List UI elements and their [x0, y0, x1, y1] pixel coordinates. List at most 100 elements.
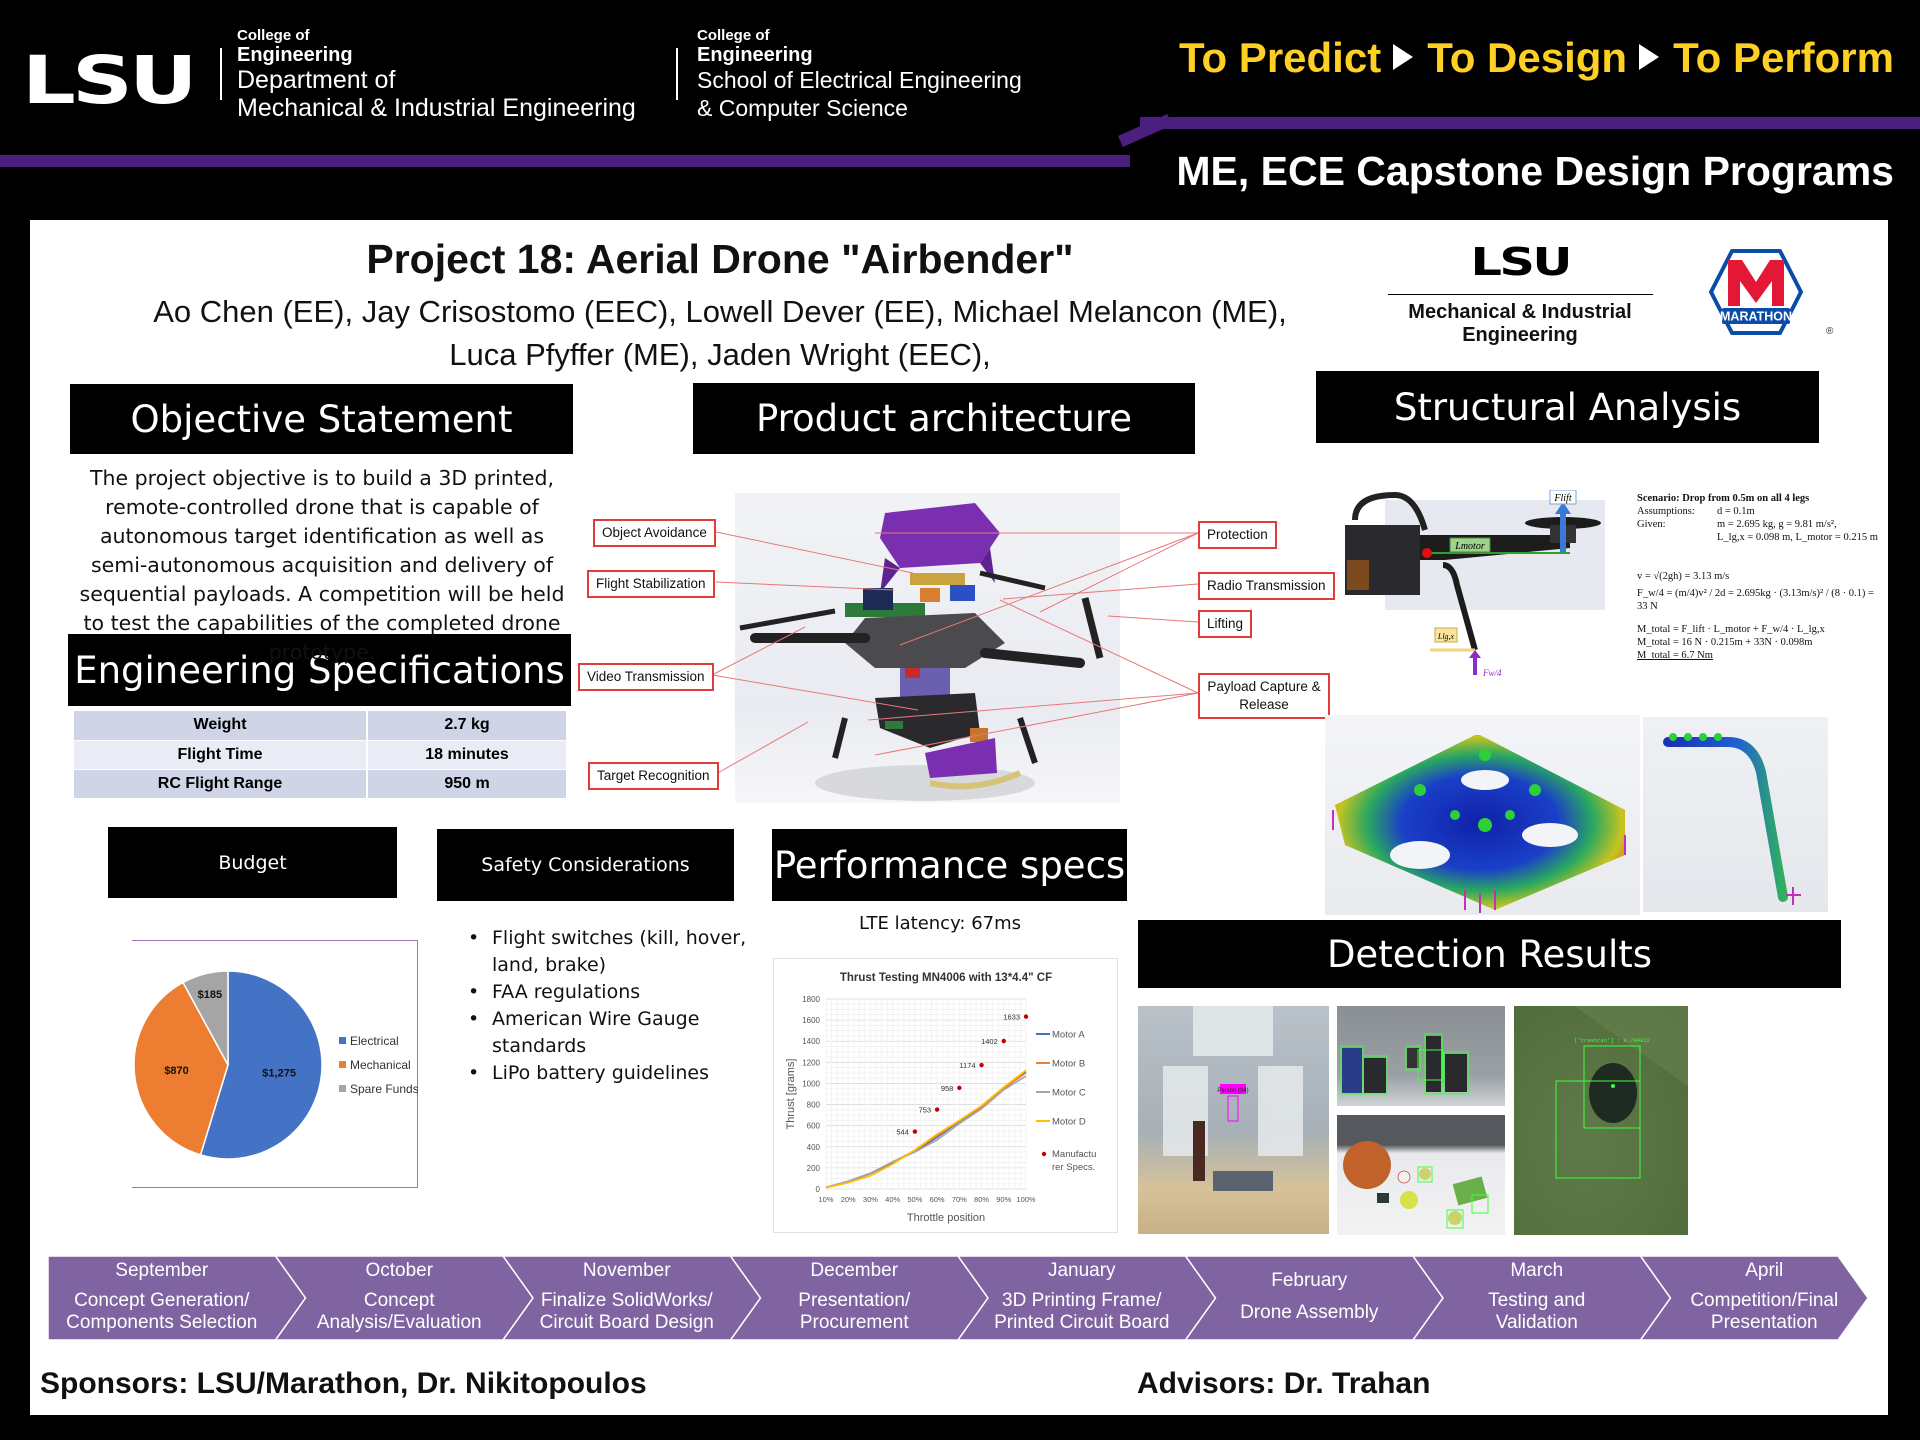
x-tick-label: 50% [907, 1195, 922, 1204]
sensor-bracket [910, 573, 965, 585]
y-tick-label: 200 [807, 1164, 821, 1173]
sponsors: Sponsors: LSU/Marathon, Dr. Nikitopoulos [40, 1367, 647, 1400]
data-label: 1402 [981, 1037, 998, 1046]
data-label: 1633 [1003, 1013, 1020, 1022]
fea-frame-plate [1325, 715, 1640, 915]
box [1452, 1176, 1488, 1206]
timeline-step-april: April Competition/Final Presentation [1661, 1256, 1869, 1340]
objective-text: The project objective is to build a 3D p… [79, 466, 565, 664]
spec-label: RC Flight Range [74, 769, 369, 799]
manufacturer-spec-point [934, 1107, 940, 1112]
l-lgx-label: Llg,x [1437, 632, 1455, 641]
spec-value: 950 m [367, 769, 568, 799]
lsu-mie-logo: LSU Mechanical & Industrial Engineering [1385, 240, 1655, 347]
lsu-wordmark: LSU [1470, 240, 1572, 284]
cutout [1390, 841, 1450, 869]
y-tick-label: 1800 [802, 995, 820, 1004]
center-dot [1611, 1084, 1615, 1088]
list-item: FAA regulations [462, 979, 752, 1006]
manufacturer-spec-point [1001, 1038, 1006, 1044]
podium [1193, 1121, 1205, 1181]
programs-title: ME, ECE Capstone Design Programs [1176, 148, 1894, 194]
drone-illustration [739, 503, 1104, 801]
hallway-illustration: Person (94) [1163, 1006, 1303, 1191]
assumptions-label: Assumptions: [1637, 506, 1695, 517]
detection-image-trashcans [1337, 1006, 1505, 1106]
velocity-equation: v = √(2gh) = 3.13 m/s [1637, 571, 1730, 582]
trashcan-tall [1426, 1036, 1441, 1092]
timeline-step-september: September Concept Generation/Components S… [48, 1256, 276, 1340]
data-label: 753 [919, 1106, 932, 1115]
person-bbox [1227, 1095, 1239, 1122]
free-body-diagram: Lmotor Flift Llg,x Fw/4 [1335, 489, 1610, 680]
purple-rule [1140, 117, 1920, 129]
timeline-task: Validation [1495, 1312, 1578, 1333]
spec-value: 18 minutes [367, 740, 568, 770]
trashcan-blue [1342, 1048, 1362, 1093]
f-w4-label: Fw/4 [1482, 668, 1502, 678]
trashcan-topdown [1589, 1063, 1637, 1123]
timeline-month: March [1510, 1260, 1564, 1281]
poster-header: LSU College of Engineering Department of… [0, 0, 1920, 215]
landing-leg [1017, 717, 1038, 764]
legend-label: Motor A [1052, 1030, 1085, 1041]
detection-image-hallway: Person (94) [1138, 1006, 1329, 1234]
y-tick-label: 600 [807, 1122, 821, 1131]
given-row-2: L_lg,x = 0.098 m, L_motor = 0.215 m [1637, 531, 1887, 544]
person-label: Person (94) [1217, 1088, 1248, 1094]
timeline-task: Analysis/Evaluation [316, 1312, 482, 1333]
detection-header: Detection Results [1138, 920, 1841, 988]
department-line-2: Mechanical & Industrial Engineering [237, 94, 636, 122]
legend-swatch [339, 1061, 346, 1068]
servo-module [970, 728, 988, 742]
x-tick-label: 10% [818, 1195, 833, 1204]
trashcan-label: ['trashcan'] : 0.794922 [1574, 1037, 1650, 1044]
x-tick-label: 60% [930, 1195, 945, 1204]
manufacturer-spec-point [912, 1129, 918, 1134]
authors-line-2: Luca Pfyffer (ME), Jaden Wright (EEC), [449, 337, 991, 372]
architecture-header: Product architecture [693, 383, 1195, 454]
timeline-step-march: March Testing and Validation [1433, 1256, 1641, 1340]
callout-object-avoidance: Object Avoidance [593, 519, 716, 547]
landing-leg [832, 717, 848, 759]
budget-chart-box: $1,275 $870 $185 Electrical Mechanical Spare… [132, 940, 419, 1188]
data-label: 1174 [959, 1061, 975, 1070]
drone-exploded-render [735, 493, 1120, 803]
x-axis-label: Throttle position [907, 1212, 985, 1224]
aerial-illustration: ['trashcan'] : 0.794922 [1514, 1006, 1688, 1179]
moment-equation-1: M_total = F_lift · L_motor + F_w/4 · L_l… [1637, 624, 1825, 635]
callout-flight-stabilization: Flight Stabilization [587, 570, 715, 598]
x-tick-label: 80% [974, 1195, 989, 1204]
y-axis-label: Thrust [grams] [785, 1059, 797, 1130]
radio-module [950, 585, 975, 601]
propeller-left [739, 608, 836, 631]
given-value-1: m = 2.695 kg, g = 9.81 m/s², [1717, 519, 1837, 530]
shadow [815, 765, 1035, 801]
moment-equation-2: M_total = 16 N · 0.215m + 33N · 0.098m [1637, 637, 1813, 648]
pie-data-label: $1,275 [262, 1068, 296, 1080]
assumptions-row: Assumptions: d = 0.1m [1637, 505, 1887, 518]
tagline: To Predict To Design To Perform [1179, 34, 1894, 82]
x-tick-label: 70% [952, 1195, 967, 1204]
timeline-step-january: January 3D Printing Frame/Printed Circuit… [978, 1256, 1186, 1340]
department-line-2: & Computer Science [697, 95, 908, 121]
budget-pie-chart: $1,275 $870 $185 Electrical Mechanical Spare… [133, 970, 419, 1160]
protection-cover [880, 503, 1000, 568]
legend-label: Motor D [1052, 1117, 1086, 1128]
timeline-task: Presentation [1710, 1312, 1818, 1333]
legend-swatch [1041, 1151, 1047, 1157]
y-tick-label: 1400 [802, 1037, 820, 1046]
chairs [1163, 1066, 1303, 1156]
timeline-task: Presentation/ [798, 1290, 911, 1311]
purple-rule [0, 155, 1130, 167]
legend-label: Motor C [1052, 1088, 1086, 1099]
x-tick-label: 30% [863, 1195, 878, 1204]
timeline-month: December [810, 1260, 899, 1281]
moment-result: M_total = 6.7 Nm [1637, 650, 1713, 661]
timeline-task: Procurement [799, 1312, 909, 1333]
fbd-illustration: Lmotor Flift Llg,x Fw/4 [1345, 489, 1605, 678]
safety-list: Flight switches (kill, hover, land, brak… [462, 925, 752, 1087]
y-tick-label: 1600 [802, 1016, 820, 1025]
pivot-point [1422, 548, 1432, 558]
marathon-text: MARATHON [1720, 310, 1792, 324]
